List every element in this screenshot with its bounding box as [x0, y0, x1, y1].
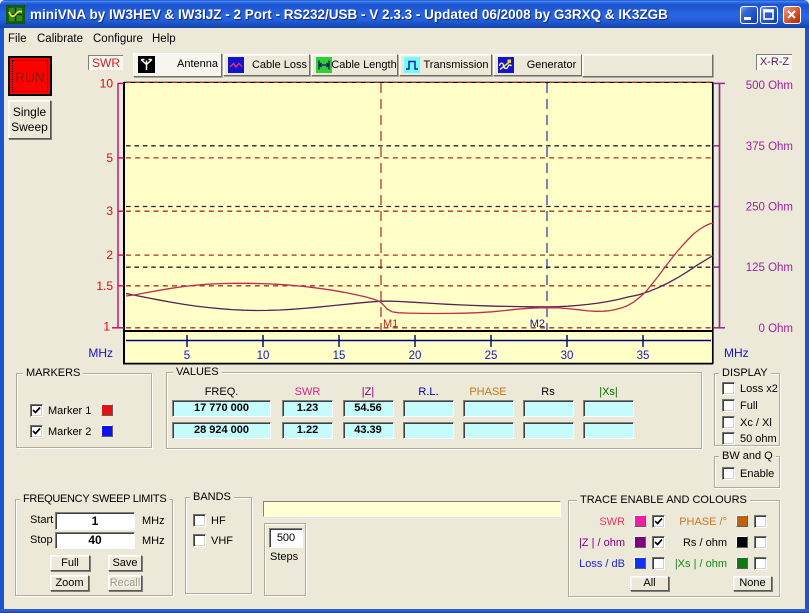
svg-text:25: 25: [485, 350, 498, 362]
svg-text:250 Ohm: 250 Ohm: [746, 202, 793, 214]
svg-text:0 Ohm: 0 Ohm: [758, 323, 793, 335]
svg-text:10: 10: [257, 350, 270, 362]
svg-text:M2: M2: [530, 318, 545, 330]
svg-text:35: 35: [637, 350, 650, 362]
svg-text:30: 30: [561, 350, 574, 362]
svg-text:10: 10: [100, 77, 114, 91]
svg-text:15: 15: [333, 350, 346, 362]
svg-text:MHz: MHz: [88, 346, 113, 360]
svg-text:2: 2: [106, 248, 113, 262]
svg-text:MHz: MHz: [724, 346, 749, 360]
svg-text:5: 5: [106, 151, 113, 165]
svg-text:500 Ohm: 500 Ohm: [746, 80, 793, 92]
svg-text:1: 1: [103, 320, 110, 334]
svg-text:M1: M1: [383, 318, 398, 330]
svg-text:5: 5: [184, 350, 190, 362]
svg-text:125 Ohm: 125 Ohm: [746, 262, 793, 274]
svg-text:1.5: 1.5: [96, 279, 113, 293]
svg-text:375 Ohm: 375 Ohm: [746, 141, 793, 153]
svg-text:20: 20: [409, 350, 422, 362]
svg-text:3: 3: [106, 204, 113, 218]
